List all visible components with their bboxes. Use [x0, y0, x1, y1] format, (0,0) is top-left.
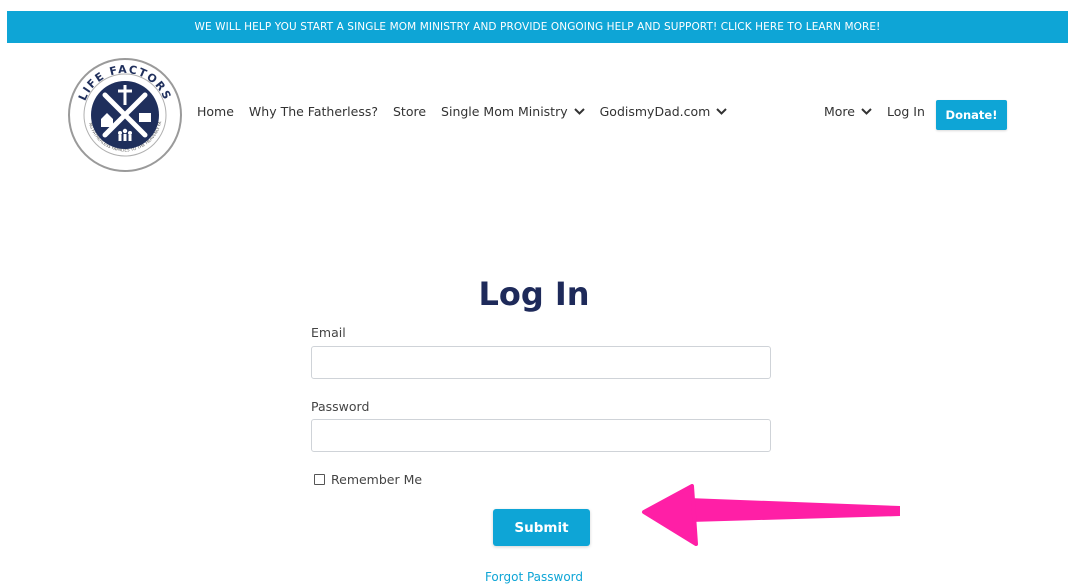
donate-button[interactable]: Donate! — [936, 100, 1007, 130]
chevron-down-icon — [861, 108, 872, 115]
email-label: Email — [311, 325, 346, 340]
nav-godismydad[interactable]: GodismyDad.com — [600, 104, 728, 119]
nav-store[interactable]: Store — [393, 104, 426, 119]
utility-nav: More Log In — [824, 104, 940, 119]
nav-more[interactable]: More — [824, 104, 872, 119]
main-nav: Home Why The Fatherless? Store Single Mo… — [197, 104, 742, 119]
life-factors-logo[interactable]: LIFE FACTORS LEADING FATHERLESS FAMILIES… — [65, 53, 183, 173]
remember-me: Remember Me — [314, 472, 422, 487]
remember-me-checkbox[interactable] — [314, 474, 325, 485]
nav-why-the-fatherless[interactable]: Why The Fatherless? — [249, 104, 378, 119]
pink-arrow-icon — [642, 484, 900, 546]
password-input[interactable] — [311, 419, 771, 452]
password-label: Password — [311, 399, 370, 414]
page-title: Log In — [478, 275, 590, 313]
banner-text: WE WILL HELP YOU START A SINGLE MOM MINI… — [194, 21, 881, 33]
forgot-password-link[interactable]: Forgot Password — [0, 570, 1068, 584]
submit-button[interactable]: Submit — [493, 509, 590, 546]
email-input[interactable] — [311, 346, 771, 379]
announcement-banner[interactable]: WE WILL HELP YOU START A SINGLE MOM MINI… — [7, 11, 1068, 43]
chevron-down-icon — [573, 108, 585, 115]
nav-single-mom-ministry[interactable]: Single Mom Ministry — [441, 104, 585, 119]
chevron-down-icon — [716, 108, 728, 115]
nav-home[interactable]: Home — [197, 104, 234, 119]
remember-me-label: Remember Me — [331, 472, 423, 487]
logo-emblem-icon: LIFE FACTORS LEADING FATHERLESS FAMILIES… — [65, 53, 182, 172]
nav-log-in[interactable]: Log In — [887, 104, 925, 119]
